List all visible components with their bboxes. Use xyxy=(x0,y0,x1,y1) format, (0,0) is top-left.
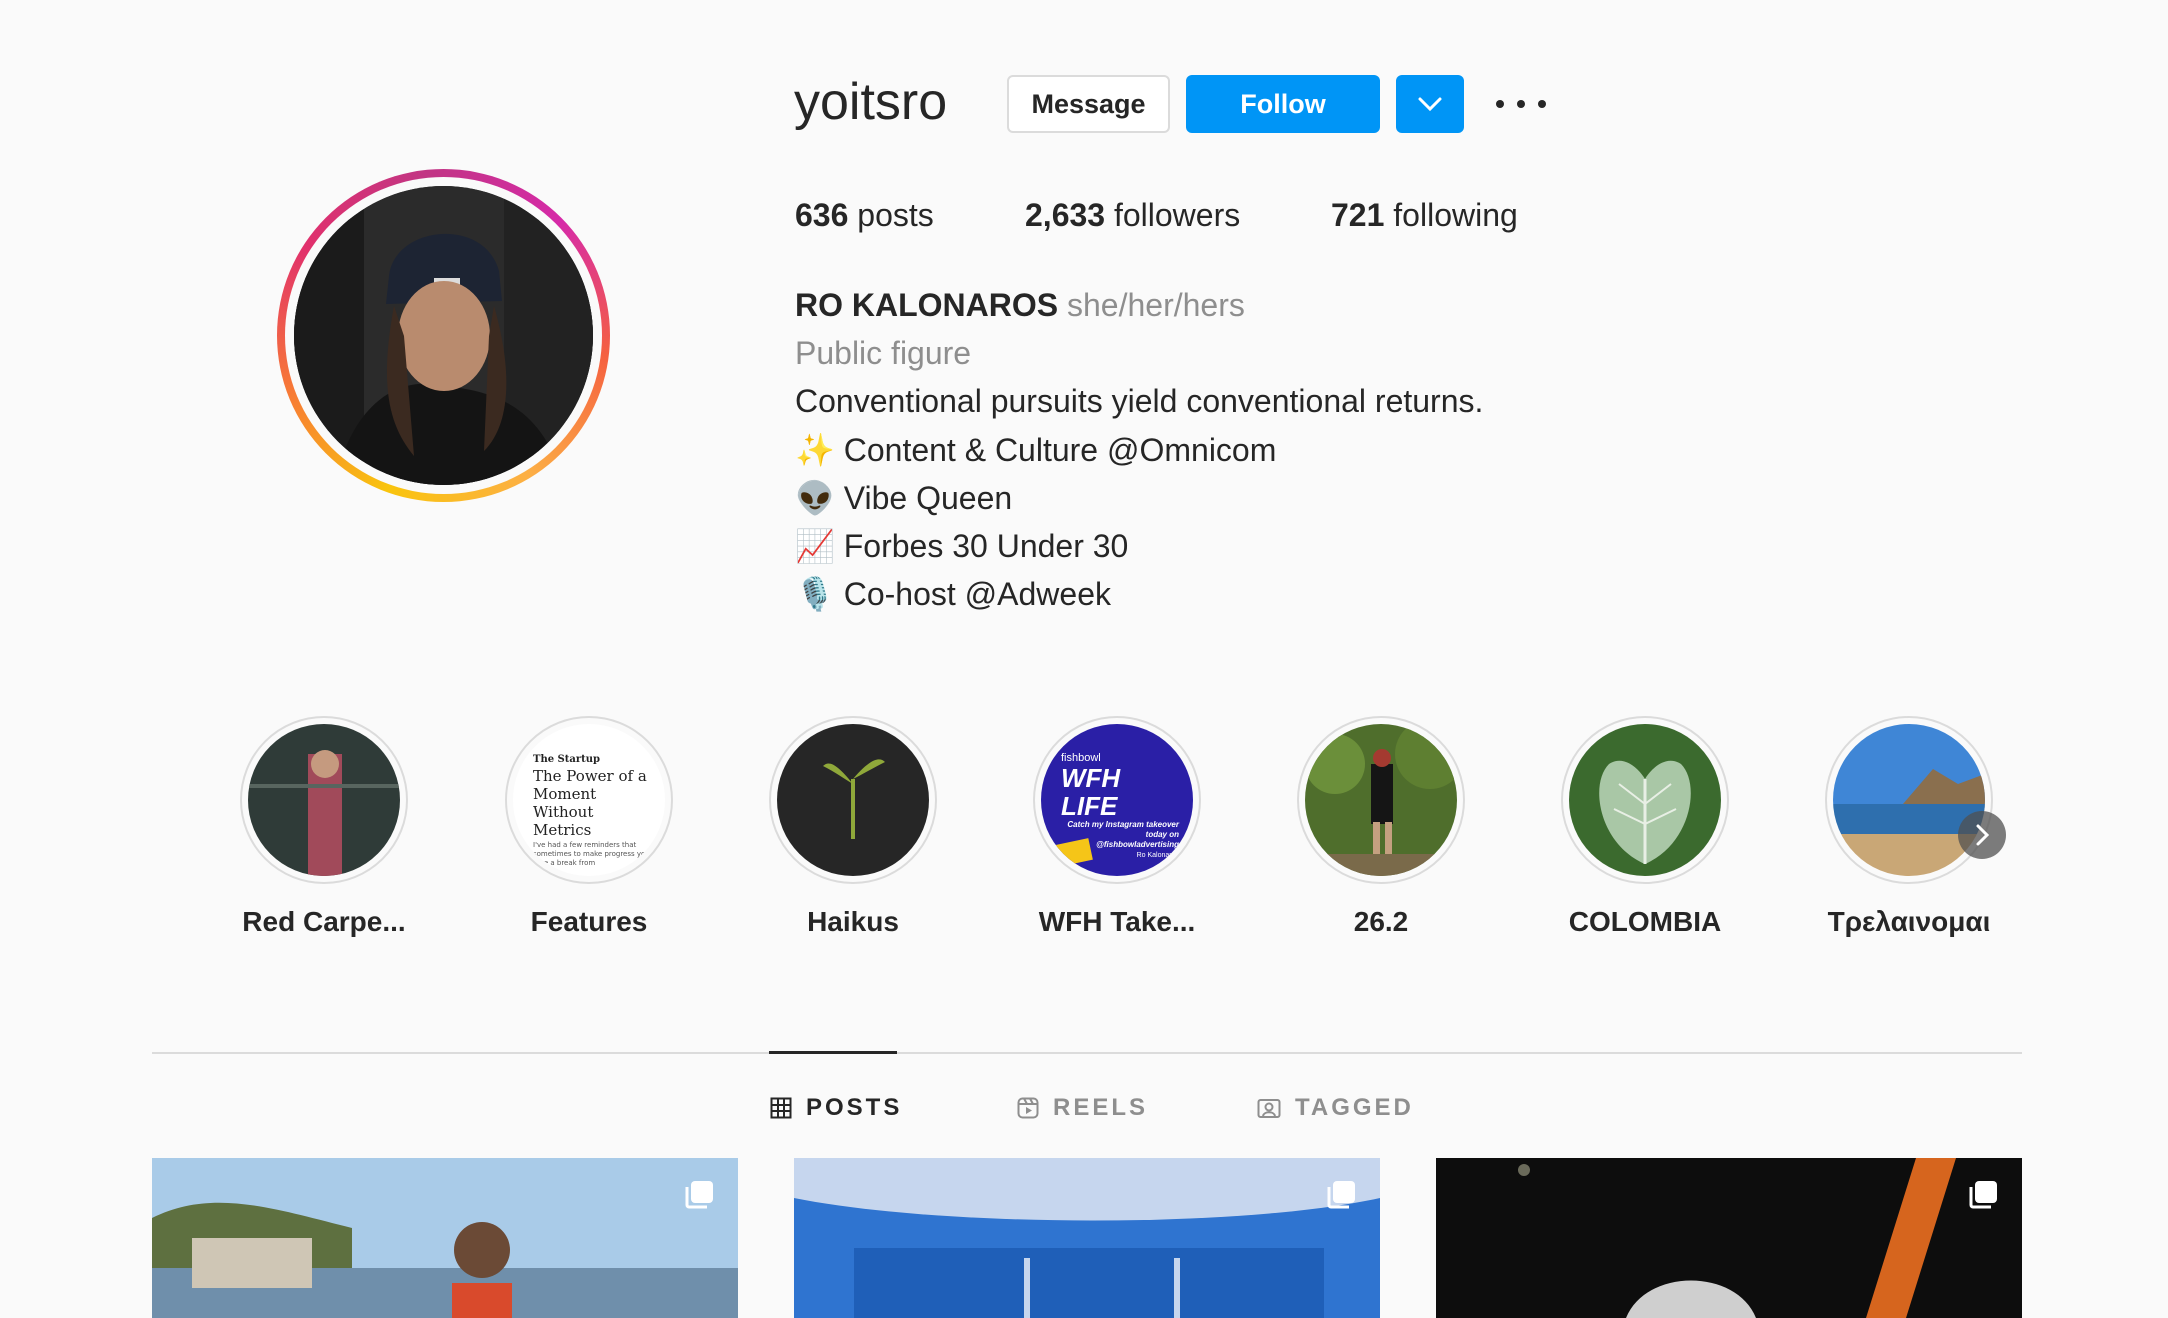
tab-reels[interactable]: REELS xyxy=(1017,1094,1148,1122)
bio-line: 🎙️ Co-host @Adweek xyxy=(795,576,1111,612)
following-stat[interactable]: 721 following xyxy=(1331,197,1518,234)
highlight-colombia[interactable]: COLOMBIA xyxy=(1545,716,1745,938)
bio-name-line: RO KALONAROS she/her/hers xyxy=(795,287,1245,324)
post-image xyxy=(794,1158,1380,1318)
category: Public figure xyxy=(795,335,972,371)
bio-line: 👽 Vibe Queen xyxy=(795,480,1013,516)
carousel-icon xyxy=(685,1181,713,1209)
highlight-haikus[interactable]: Haikus xyxy=(753,716,953,938)
thumbnail-title: The Power of a Moment Without Metrics xyxy=(533,767,647,839)
bio-line: Conventional pursuits yield conventional… xyxy=(795,383,1484,419)
thumbnail-snippet: I've had a few reminders that sometimes … xyxy=(533,841,650,867)
post-image xyxy=(152,1158,738,1318)
post-image xyxy=(1436,1158,2022,1318)
highlights-next-button[interactable] xyxy=(1958,811,2006,859)
highlight-ring xyxy=(240,716,408,884)
tab-label: REELS xyxy=(1053,1094,1149,1121)
thumbnail-title: WFH LIFE xyxy=(1061,763,1121,821)
message-button[interactable]: Message xyxy=(1007,75,1170,133)
highlight-ring xyxy=(1825,716,1993,884)
followers-stat[interactable]: 2,633 followers xyxy=(1025,197,1240,234)
sprout-icon xyxy=(823,759,885,839)
post-tile[interactable] xyxy=(1436,1158,2022,1318)
highlight-label: 26.2 xyxy=(1353,906,1409,937)
carousel-icon xyxy=(1327,1181,1355,1209)
thumbnail-brand: The Startup xyxy=(533,754,601,765)
carousel-icon xyxy=(1969,1181,1997,1209)
tabs-divider xyxy=(152,1052,2022,1054)
reels-icon xyxy=(1017,1097,1039,1119)
more-options-icon[interactable] xyxy=(1496,86,1546,122)
pronouns: she/her/hers xyxy=(1067,287,1245,323)
post-tile[interactable] xyxy=(152,1158,738,1318)
highlight-thumbnail: The Startup The Power of a Moment Withou… xyxy=(513,724,665,876)
active-tab-indicator xyxy=(769,1051,897,1054)
highlight-26-2[interactable]: 26.2 xyxy=(1281,716,1481,938)
post-tile[interactable] xyxy=(794,1158,1380,1318)
chevron-down-icon xyxy=(1418,97,1442,112)
highlight-ring xyxy=(1297,716,1465,884)
bio-line: ✨ Content & Culture @Omnicom xyxy=(795,432,1277,468)
avatar[interactable] xyxy=(294,186,593,485)
highlight-label: Features xyxy=(530,906,648,937)
bio-line: 📈 Forbes 30 Under 30 xyxy=(795,528,1129,564)
highlight-ring: The Startup The Power of a Moment Withou… xyxy=(505,716,673,884)
highlight-wfh[interactable]: fishbowl WFH LIFE Catch my Instagram tak… xyxy=(1017,716,1217,938)
following-label: following xyxy=(1393,197,1518,233)
followers-count: 2,633 xyxy=(1025,197,1106,233)
highlight-label: Τρελαινομαι xyxy=(1827,906,1991,937)
posts-count: 636 xyxy=(795,197,849,233)
highlight-label: COLOMBIA xyxy=(1568,906,1722,937)
highlight-thumbnail xyxy=(248,724,400,876)
username: yoitsro xyxy=(794,73,948,131)
highlight-label: Red Carpe... xyxy=(242,906,406,937)
posts-label: posts xyxy=(857,197,934,233)
chevron-right-icon xyxy=(1976,824,1990,846)
follow-button[interactable]: Follow xyxy=(1186,75,1380,133)
highlight-label: WFH Take... xyxy=(1038,906,1196,937)
full-name: RO KALONAROS xyxy=(795,287,1059,323)
grid-icon xyxy=(770,1097,792,1119)
tab-posts[interactable]: POSTS xyxy=(770,1094,902,1122)
highlight-thumbnail xyxy=(1833,724,1985,876)
followers-label: followers xyxy=(1113,197,1241,233)
highlight-label: Haikus xyxy=(807,906,899,937)
tab-label: POSTS xyxy=(806,1094,903,1121)
tagged-icon xyxy=(1257,1099,1281,1118)
posts-stat: 636 posts xyxy=(795,197,934,234)
highlight-thumbnail xyxy=(1569,724,1721,876)
highlight-ring xyxy=(769,716,937,884)
highlight-ring xyxy=(1561,716,1729,884)
highlight-ring: fishbowl WFH LIFE Catch my Instagram tak… xyxy=(1033,716,1201,884)
highlight-thumbnail xyxy=(777,724,929,876)
tab-tagged[interactable]: TAGGED xyxy=(1257,1094,1414,1122)
suggested-dropdown-button[interactable] xyxy=(1396,75,1464,133)
tab-label: TAGGED xyxy=(1295,1094,1414,1121)
highlight-thumbnail: fishbowl WFH LIFE Catch my Instagram tak… xyxy=(1041,724,1193,876)
highlight-red-carpet[interactable]: Red Carpe... xyxy=(224,716,424,938)
highlight-thumbnail xyxy=(1305,724,1457,876)
following-count: 721 xyxy=(1331,197,1385,233)
highlight-features[interactable]: The Startup The Power of a Moment Withou… xyxy=(489,716,689,938)
